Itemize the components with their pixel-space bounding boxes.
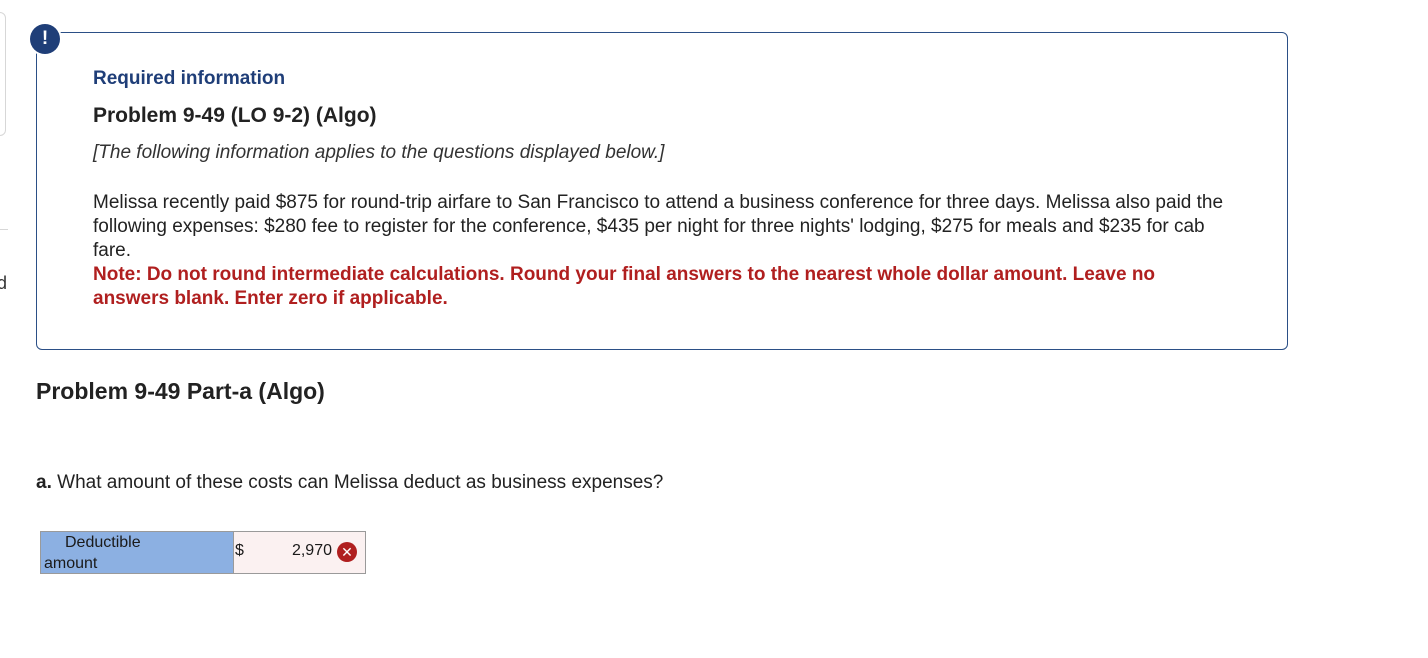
sidebar-text-fragment: d [0, 273, 8, 293]
sidebar-card-edge [0, 12, 6, 136]
deductible-amount-input[interactable]: $ 2,970 ✕ [233, 531, 366, 574]
required-information-content: Required information Problem 9-49 (LO 9-… [93, 67, 1233, 311]
deductible-amount-label-cell: Deductible amount [40, 531, 234, 574]
label-line-1: Deductible [65, 534, 141, 551]
part-title: Problem 9-49 Part-a (Algo) [36, 378, 325, 404]
label-line-2: amount [44, 555, 98, 572]
required-information-box: Required information Problem 9-49 (LO 9-… [36, 32, 1288, 350]
deductible-amount-value[interactable]: 2,970 [292, 542, 332, 560]
problem-title: Problem 9-49 (LO 9-2) (Algo) [93, 104, 377, 127]
required-information-heading: Required information [93, 68, 286, 89]
currency-symbol: $ [235, 542, 244, 559]
rounding-note: Note: Do not round intermediate calculat… [93, 264, 1156, 309]
incorrect-x-icon: ✕ [337, 542, 357, 562]
alert-icon: ! [30, 24, 60, 54]
question-text: a. What amount of these costs can Meliss… [36, 470, 663, 496]
applies-note: [The following information applies to th… [93, 142, 665, 163]
sidebar-divider [0, 229, 8, 230]
question-prefix: a. [36, 472, 52, 493]
problem-scenario: Melissa recently paid $875 for round-tri… [93, 192, 1224, 261]
question-body: What amount of these costs can Melissa d… [57, 472, 664, 493]
table-row: Deductible amount $ 2,970 ✕ [40, 531, 366, 574]
answer-table: Deductible amount $ 2,970 ✕ [40, 531, 366, 574]
